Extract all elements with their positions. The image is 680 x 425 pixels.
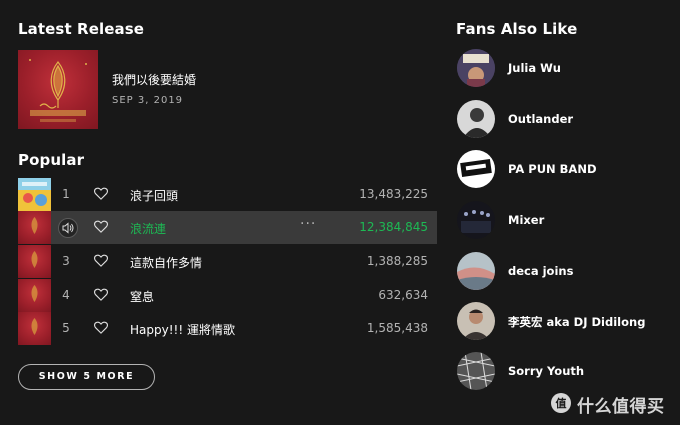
watermark-text: 什么值得买 [577,397,665,417]
track-plays: 13,483,225 [359,187,428,201]
track-plays: 1,585,438 [366,321,428,335]
heart-icon[interactable] [94,220,108,233]
popular-title: Popular [18,151,85,169]
related-artist[interactable]: PA PUN BAND [457,150,677,188]
watermark-logo-icon: 值 [551,393,571,413]
track-cover [18,312,51,345]
related-artist[interactable]: Julia Wu [457,49,677,87]
related-artist[interactable]: Mixer [457,201,677,239]
track-number: 1 [62,187,70,201]
heart-icon[interactable] [94,254,108,267]
track-cover [18,178,51,211]
latest-release-title: Latest Release [18,20,145,38]
related-artist[interactable]: 李英宏 aka DJ Didilong [457,302,677,340]
latest-release-name[interactable]: 我們以後要結婚 [112,71,196,88]
heart-icon[interactable] [94,321,108,334]
artist-avatar [457,201,495,239]
speaker-icon [62,222,74,234]
artist-name[interactable]: Julia Wu [508,61,561,75]
related-artist[interactable]: Sorry Youth [457,352,677,390]
track-title[interactable]: 浪流連 [130,220,166,237]
track-cover [18,245,51,278]
track-title[interactable]: Happy!!! 運將情歌 [130,321,235,338]
track-number: 5 [62,321,70,335]
artist-avatar [457,49,495,87]
artist-name[interactable]: Sorry Youth [508,364,584,378]
artist-avatar [457,150,495,188]
related-artist[interactable]: deca joins [457,252,677,290]
track-plays: 12,384,845 [359,220,428,234]
track-number: 4 [62,288,70,302]
track-row[interactable]: 4 窒息 632,634 [18,279,437,312]
artist-name[interactable]: Outlander [508,112,573,126]
artist-avatar [457,100,495,138]
artist-avatar [457,252,495,290]
artist-name[interactable]: 李英宏 aka DJ Didilong [508,314,645,330]
track-title[interactable]: 這款自作多情 [130,254,202,271]
latest-release-cover[interactable] [18,50,98,129]
track-row[interactable]: 5 Happy!!! 運將情歌 1,585,438 [18,312,437,345]
track-row[interactable]: 3 這款自作多情 1,388,285 [18,245,437,278]
svg-text:值: 值 [556,396,567,410]
heart-icon[interactable] [94,187,108,200]
artist-name[interactable]: PA PUN BAND [508,162,597,176]
track-cover [18,279,51,312]
track-cover [18,211,51,244]
fans-also-like-title: Fans Also Like [456,20,578,38]
show-more-button[interactable]: SHOW 5 MORE [18,364,155,390]
related-artist[interactable]: Outlander [457,100,677,138]
more-options-button[interactable]: ··· [300,216,316,232]
artist-name[interactable]: deca joins [508,264,573,278]
track-plays: 1,388,285 [366,254,428,268]
latest-release-date: SEP 3, 2019 [112,95,184,106]
track-number: 3 [62,254,70,268]
artist-avatar [457,352,495,390]
now-playing-speaker-button[interactable] [58,218,78,238]
artist-name[interactable]: Mixer [508,213,544,227]
track-row[interactable]: 1 浪子回頭 13,483,225 [18,178,437,211]
track-title[interactable]: 浪子回頭 [130,187,178,204]
artist-avatar [457,302,495,340]
track-plays: 632,634 [378,288,428,302]
track-title[interactable]: 窒息 [130,288,154,305]
heart-icon[interactable] [94,288,108,301]
track-row-active[interactable]: 浪流連 ··· 12,384,845 [18,211,437,244]
